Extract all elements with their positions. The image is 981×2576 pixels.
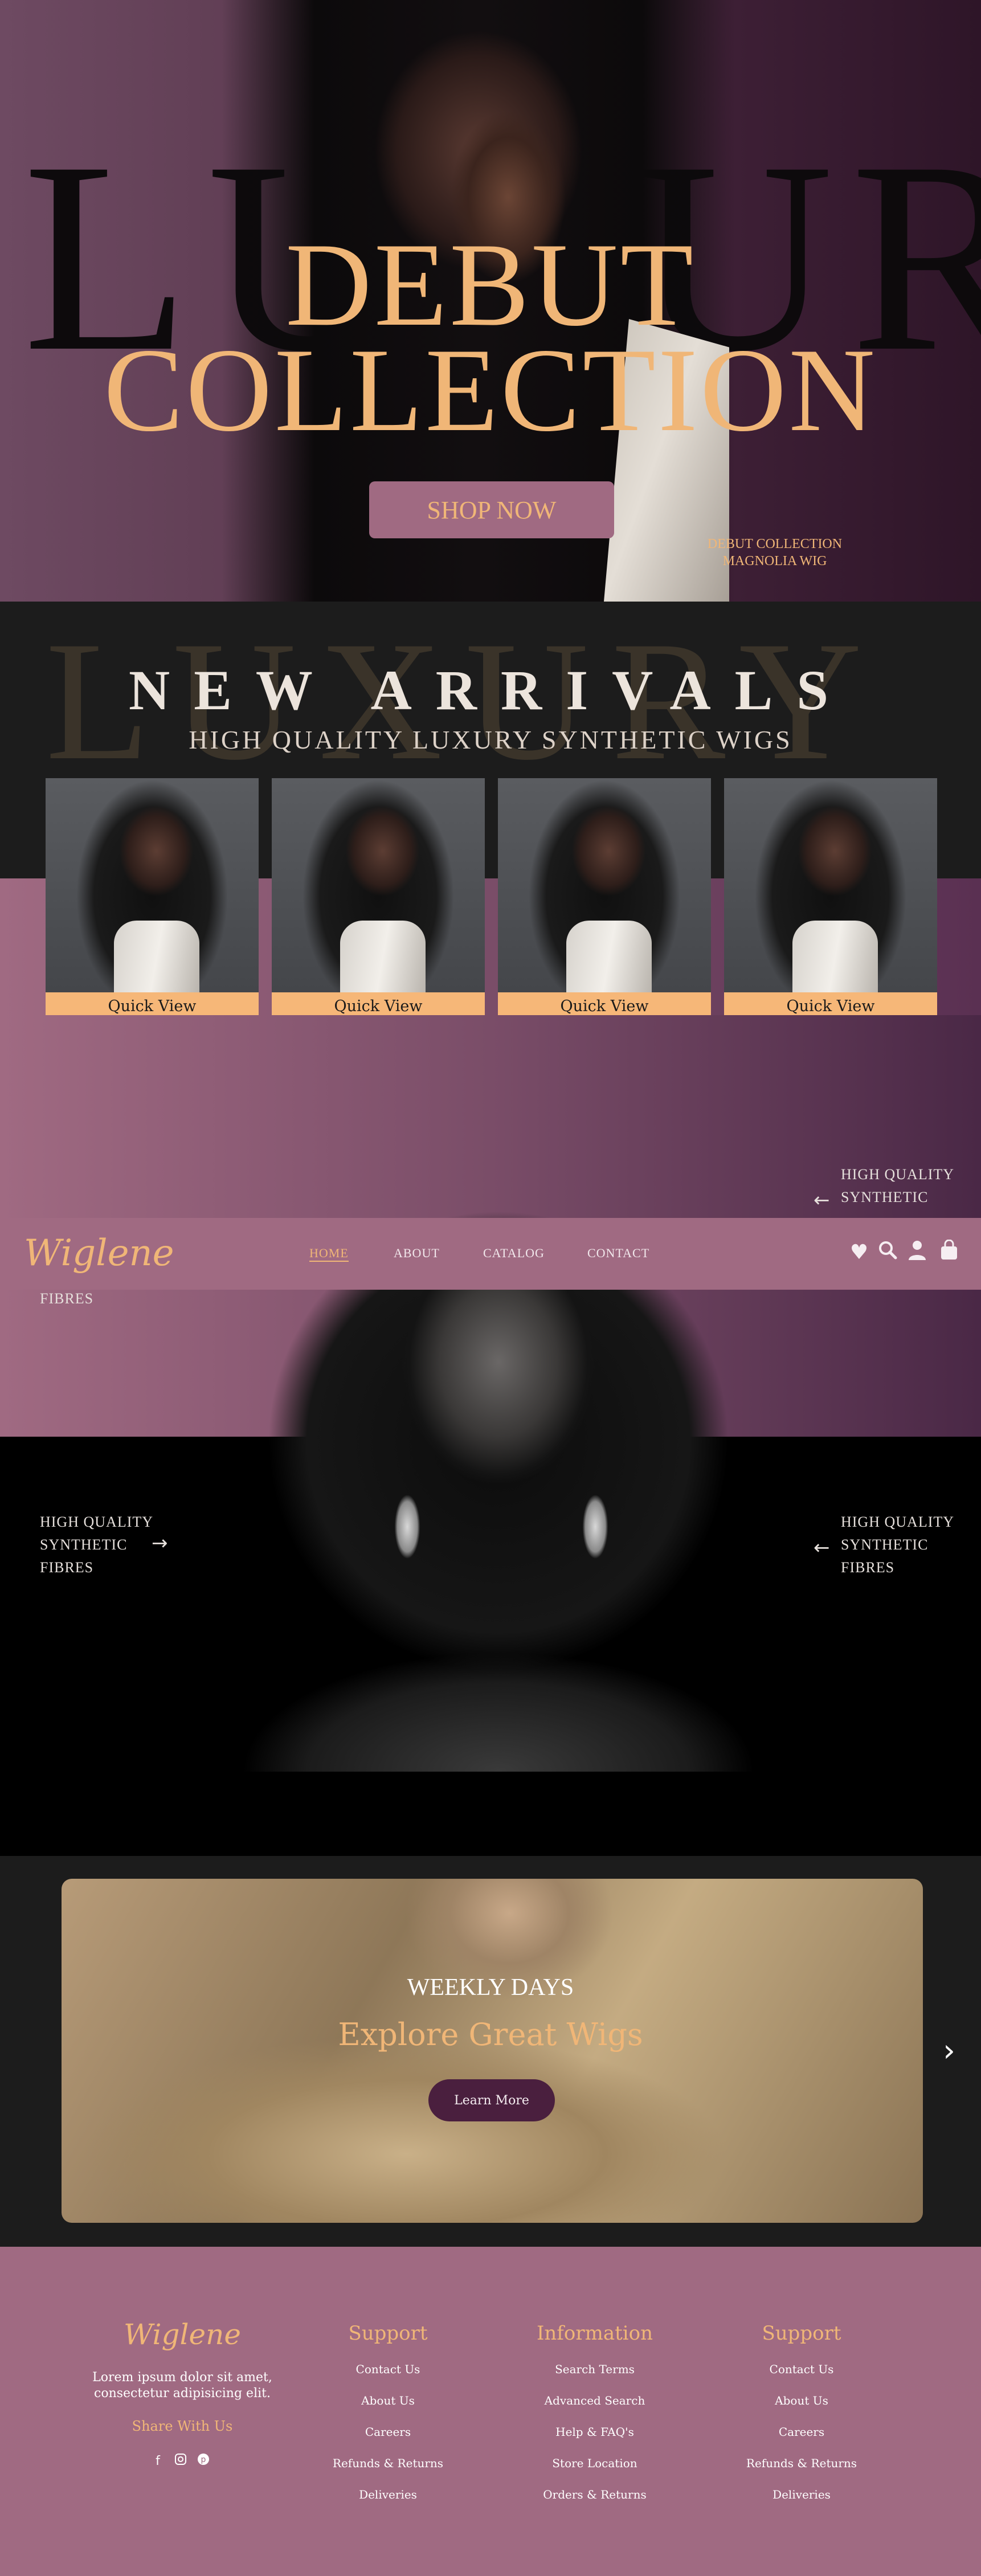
footer-column-title: Support (762, 2322, 841, 2345)
footer-link[interactable]: Store Location (504, 2448, 686, 2479)
nav-contact[interactable]: CONTACT (587, 1246, 649, 1261)
product-image[interactable] (46, 778, 259, 992)
shop-now-button[interactable]: SHOP NOW (369, 481, 614, 538)
product-image[interactable] (498, 778, 711, 992)
pinterest-icon-glyph: p (198, 2454, 209, 2465)
footer-link[interactable]: Deliveries (297, 2479, 479, 2510)
search-icon-glyph (879, 1241, 897, 1260)
svg-text:p: p (201, 2455, 206, 2464)
feature-text-top-left: FIBRES (40, 1290, 94, 1307)
product-image-garment (114, 921, 199, 992)
footer-link[interactable]: About Us (297, 2385, 479, 2416)
feature-text-line: SYNTHETIC (841, 1536, 929, 1553)
feature-text-line: HIGH QUALITY (40, 1514, 154, 1530)
footer-about-line: consectetur adipisicing elit. (94, 2386, 271, 2401)
footer-link[interactable]: Advanced Search (504, 2385, 686, 2416)
product-card[interactable]: Quick View (46, 778, 259, 1020)
footer-link[interactable]: Careers (710, 2416, 893, 2448)
product-image-garment (792, 921, 878, 992)
nav-about[interactable]: ABOUT (394, 1246, 440, 1261)
product-card[interactable]: Quick View (272, 778, 485, 1020)
product-image-garment (566, 921, 652, 992)
user-icon-glyph (909, 1241, 926, 1260)
product-card[interactable]: Quick View (498, 778, 711, 1020)
promo-kicker: WEEKLY DAYS (407, 1974, 574, 2001)
product-image[interactable] (724, 778, 937, 992)
hero-caption: DEBUT COLLECTION MAGNOLIA WIG (684, 535, 866, 570)
footer-column-information: Information Search Terms Advanced Search… (504, 2321, 686, 2510)
bag-icon-glyph (941, 1239, 957, 1260)
feature-model-shoulders (171, 1624, 826, 1772)
footer-about: Lorem ipsum dolor sit amet, consectetur … (80, 2370, 285, 2402)
instagram-icon-glyph (175, 2454, 186, 2465)
nav-catalog[interactable]: CATALOG (483, 1246, 545, 1261)
instagram-icon[interactable] (172, 2453, 189, 2470)
footer-logo[interactable]: Wiglene (91, 2317, 273, 2352)
feature-text-line: FIBRES (40, 1559, 94, 1576)
footer-link[interactable]: About Us (710, 2385, 893, 2416)
search-icon[interactable] (876, 1240, 899, 1264)
footer-link[interactable]: Orders & Returns (504, 2479, 686, 2510)
footer-link[interactable]: Careers (297, 2416, 479, 2448)
product-image-garment (340, 921, 426, 992)
footer-link[interactable]: Contact Us (710, 2354, 893, 2385)
footer-column-title: Information (536, 2322, 653, 2345)
feature-text-line: FIBRES (841, 1559, 895, 1576)
footer-about-line: Lorem ipsum dolor sit amet, (92, 2370, 272, 2385)
nav-home[interactable]: HOME (309, 1246, 349, 1262)
promo-title: Explore Great Wigs (338, 2017, 643, 2052)
new-arrivals-subtitle: HIGH QUALITY LUXURY SYNTHETIC WIGS (189, 725, 792, 754)
footer-link[interactable]: Refunds & Returns (710, 2448, 893, 2479)
arrow-left-icon[interactable]: ← (814, 1538, 830, 1557)
hero-caption-product: MAGNOLIA WIG (722, 554, 827, 569)
footer-share-label: Share With Us (132, 2418, 233, 2434)
arrow-left-icon[interactable]: ← (814, 1191, 830, 1210)
product-card[interactable]: Quick View (724, 778, 937, 1020)
footer-link[interactable]: Deliveries (710, 2479, 893, 2510)
feature-text-line: SYNTHETIC (841, 1189, 929, 1205)
learn-more-button[interactable]: Learn More (428, 2079, 555, 2121)
earring-right (575, 1458, 615, 1572)
feature-text-right: HIGH QUALITY SYNTHETIC FIBRES (841, 1511, 954, 1579)
feature-text-line: HIGH QUALITY (841, 1514, 955, 1530)
footer-column-support-2: Support Contact Us About Us Careers Refu… (710, 2321, 893, 2510)
chevron-right-icon[interactable]: › (938, 2034, 960, 2068)
product-image[interactable] (272, 778, 485, 992)
footer-link[interactable]: Contact Us (297, 2354, 479, 2385)
footer-column-support: Support Contact Us About Us Careers Refu… (297, 2321, 479, 2510)
heart-icon[interactable]: ♥ (848, 1241, 870, 1265)
brand-logo[interactable]: Wiglene (24, 1225, 174, 1282)
feature-text-line: SYNTHETIC (40, 1536, 128, 1553)
footer-column-title: Support (348, 2322, 428, 2345)
facebook-icon[interactable]: f (149, 2453, 166, 2470)
hero-title-line2: COLLECTION (103, 324, 878, 456)
hero-caption-collection: DEBUT COLLECTION (707, 537, 843, 551)
feature-text-line: HIGH QUALITY (841, 1166, 955, 1183)
arrow-right-icon[interactable]: → (152, 1534, 168, 1553)
feature-text-left: HIGH QUALITY SYNTHETIC FIBRES (40, 1511, 153, 1579)
footer-link[interactable]: Help & FAQ's (504, 2416, 686, 2448)
user-icon[interactable] (906, 1240, 929, 1264)
bag-icon[interactable] (938, 1239, 960, 1264)
earring-left (387, 1458, 427, 1572)
feature-text-top-right: HIGH QUALITY SYNTHETIC (841, 1163, 954, 1209)
footer-link[interactable]: Refunds & Returns (297, 2448, 479, 2479)
new-arrivals-title: NEW ARRIVALS (128, 659, 852, 722)
pinterest-icon[interactable]: p (195, 2453, 212, 2470)
footer-link[interactable]: Search Terms (504, 2354, 686, 2385)
